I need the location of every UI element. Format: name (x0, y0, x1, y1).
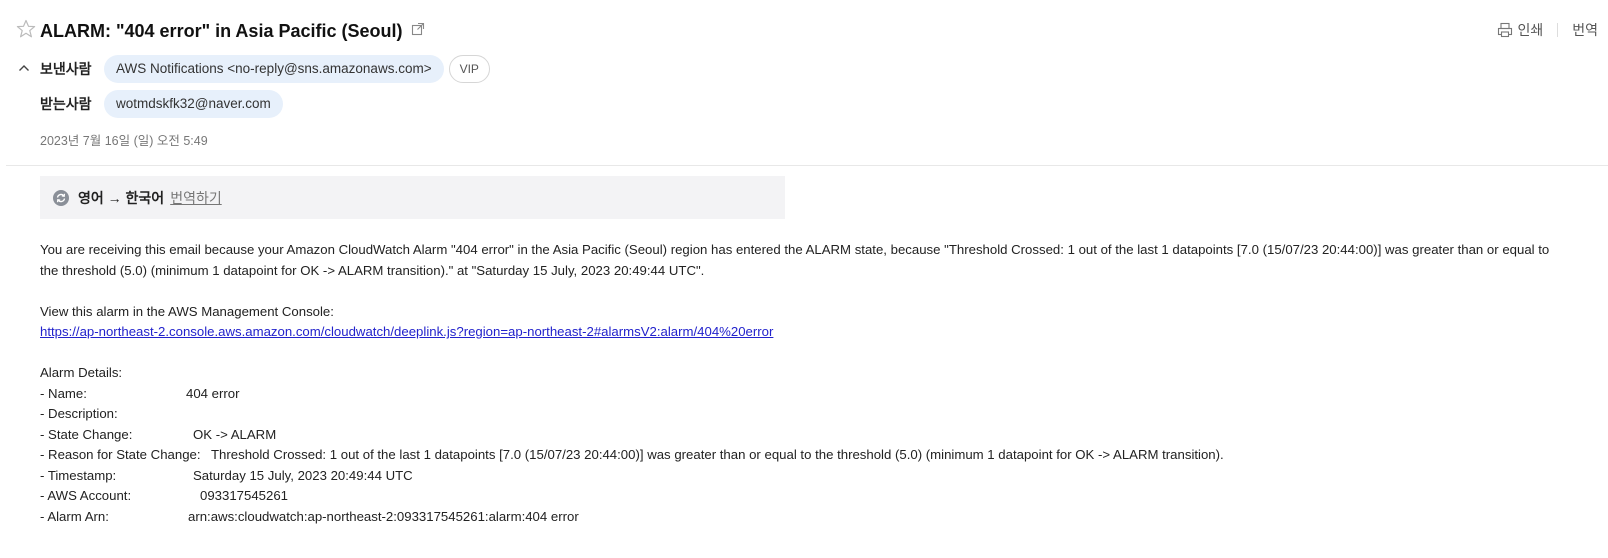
print-icon (1498, 22, 1513, 38)
translate-languages: 영어 → 한국어 (78, 189, 165, 206)
translate-bar: 영어 → 한국어 번역하기 (40, 176, 785, 219)
sender-label: 보낸사람 (40, 61, 92, 77)
recipient-pill[interactable]: wotmdskfk32@naver.com (104, 90, 283, 118)
detail-row-account: - AWS Account: 093317545261 (40, 486, 1560, 507)
intro-paragraph: You are receiving this email because you… (40, 242, 1550, 278)
detail-value: arn:aws:cloudwatch:ap-northeast-2:093317… (188, 508, 579, 524)
translate-button[interactable]: 번역 (1572, 20, 1598, 40)
mail-body: You are receiving this email because you… (40, 240, 1560, 527)
detail-value: Threshold Crossed: 1 out of the last 1 d… (211, 447, 1224, 462)
detail-value: 093317545261 (200, 488, 289, 503)
detail-key: - AWS Account: (40, 488, 132, 503)
star-icon[interactable] (16, 19, 36, 39)
detail-value: OK -> ALARM (193, 426, 277, 442)
details-title: Alarm Details: (40, 365, 123, 380)
detail-key: - Timestamp: (40, 467, 117, 483)
detail-row-reason: - Reason for State Change: Threshold Cro… (40, 445, 1560, 466)
detail-key: - Name: (40, 385, 87, 401)
translate-label: 번역 (1572, 22, 1598, 38)
vip-button[interactable]: VIP (448, 55, 490, 83)
detail-key: - Alarm Arn: (40, 508, 109, 524)
console-label: View this alarm in the AWS Management Co… (40, 303, 334, 319)
translate-icon (53, 189, 69, 206)
mail-subject: ALARM: "404 error" in Asia Pacific (Seou… (40, 21, 403, 41)
print-button[interactable]: 인쇄 (1497, 20, 1543, 40)
detail-row-timestamp: - Timestamp: Saturday 15 July, 2023 20:4… (40, 466, 1560, 487)
header-divider (6, 165, 1608, 166)
detail-value: 404 error (186, 385, 240, 401)
detail-row-description: - Description: (40, 404, 1560, 425)
open-new-window-icon[interactable] (411, 22, 425, 36)
sender-row: 보낸사람 AWS Notifications <no-reply@sns.ama… (40, 55, 490, 83)
detail-row-name: - Name: 404 error (40, 384, 1560, 405)
detail-key: - State Change: (40, 426, 133, 442)
detail-row-state-change: - State Change: OK -> ALARM (40, 425, 1560, 446)
detail-value: Saturday 15 July, 2023 20:49:44 UTC (193, 467, 413, 483)
detail-key: - Reason for State Change: (40, 447, 201, 462)
sender-pill[interactable]: AWS Notifications <no-reply@sns.amazonaw… (104, 55, 444, 83)
action-divider (1557, 23, 1559, 37)
translate-link[interactable]: 번역하기 (170, 188, 222, 208)
detail-row-arn: - Alarm Arn: arn:aws:cloudwatch:ap-north… (40, 507, 1560, 528)
top-actions: 인쇄 번역 (1497, 20, 1598, 40)
mail-date: 2023년 7월 16일 (일) 오전 5:49 (40, 134, 208, 148)
print-label: 인쇄 (1517, 22, 1544, 38)
mail-view: ALARM: "404 error" in Asia Pacific (Seou… (0, 0, 1608, 558)
console-link[interactable]: https://ap-northeast-2.console.aws.amazo… (40, 324, 773, 339)
recipient-label: 받는사람 (40, 96, 92, 112)
detail-key: - Description: (40, 406, 118, 421)
recipient-row: 받는사람 wotmdskfk32@naver.com (40, 90, 283, 118)
chevron-up-icon[interactable] (17, 61, 31, 75)
